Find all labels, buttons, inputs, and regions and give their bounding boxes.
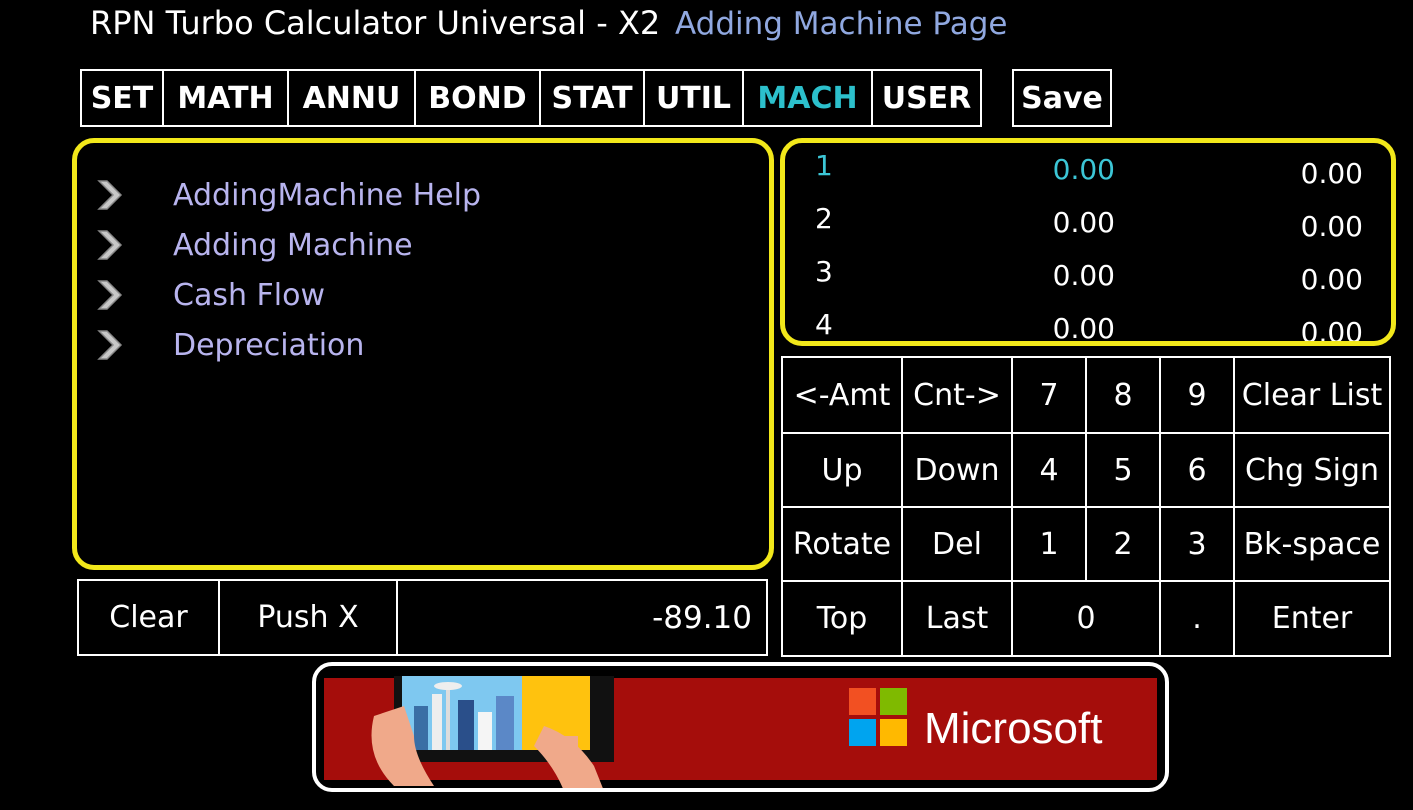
tab-math[interactable]: MATH [162, 69, 289, 127]
key-cnt-right[interactable]: Cnt-> [901, 356, 1013, 434]
stack-row[interactable]: 4 0.00 0.00 [785, 308, 1391, 346]
chevron-right-icon [93, 177, 129, 213]
key-del[interactable]: Del [901, 506, 1013, 582]
key-6[interactable]: 6 [1159, 432, 1235, 508]
tab-stat[interactable]: STAT [539, 69, 645, 127]
stack-row[interactable]: 3 0.00 0.00 [785, 255, 1391, 307]
key-amt-left[interactable]: <-Amt [781, 356, 903, 434]
stack-count: 0.00 [1300, 210, 1363, 243]
stack-index: 1 [815, 149, 833, 182]
key-4[interactable]: 4 [1011, 432, 1087, 508]
stack-amount: 0.00 [1052, 312, 1115, 345]
key-up[interactable]: Up [781, 432, 903, 508]
chevron-right-icon [93, 277, 129, 313]
save-button[interactable]: Save [1012, 69, 1112, 127]
key-last[interactable]: Last [901, 580, 1013, 657]
value-display: -89.10 [396, 579, 768, 656]
tab-bond[interactable]: BOND [414, 69, 541, 127]
key-chg-sign[interactable]: Chg Sign [1233, 432, 1391, 508]
clear-button[interactable]: Clear [77, 579, 220, 656]
menu-item-cash-flow[interactable]: Cash Flow [93, 273, 325, 317]
key-down[interactable]: Down [901, 432, 1013, 508]
key-enter[interactable]: Enter [1233, 580, 1391, 657]
menu-item-label: Depreciation [173, 327, 365, 363]
stack-row[interactable]: 1 0.00 0.00 [785, 149, 1391, 201]
tab-mach[interactable]: MACH [742, 69, 873, 127]
key-8[interactable]: 8 [1085, 356, 1161, 434]
stack-amount: 0.00 [1052, 259, 1115, 292]
stack-count: 0.00 [1300, 157, 1363, 190]
key-7[interactable]: 7 [1011, 356, 1087, 434]
key-clear-list[interactable]: Clear List [1233, 356, 1391, 434]
ad-banner[interactable]: Microsoft [312, 662, 1169, 792]
stack-count: 0.00 [1300, 316, 1363, 346]
tab-bar: SET MATH ANNU BOND STAT UTIL MACH USER [80, 69, 982, 127]
tab-annu[interactable]: ANNU [287, 69, 416, 127]
key-rotate[interactable]: Rotate [781, 506, 903, 582]
ad-brand-text: Microsoft [924, 704, 1103, 753]
stack-amount: 0.00 [1052, 206, 1115, 239]
menu-item-depreciation[interactable]: Depreciation [93, 323, 364, 367]
menu-item-label: AddingMachine Help [173, 177, 481, 213]
stack-index: 3 [815, 255, 833, 288]
key-1[interactable]: 1 [1011, 506, 1087, 582]
ad-background: Microsoft [324, 676, 1157, 788]
push-x-button[interactable]: Push X [218, 579, 398, 656]
menu-item-label: Cash Flow [173, 277, 325, 313]
key-3[interactable]: 3 [1159, 506, 1235, 582]
stack-row[interactable]: 2 0.00 0.00 [785, 202, 1391, 254]
tab-util[interactable]: UTIL [643, 69, 744, 127]
stack-index: 4 [815, 308, 833, 341]
key-bk-space[interactable]: Bk-space [1233, 506, 1391, 582]
key-decimal[interactable]: . [1159, 580, 1235, 657]
key-0[interactable]: 0 [1011, 580, 1161, 657]
key-top[interactable]: Top [781, 580, 903, 657]
key-9[interactable]: 9 [1159, 356, 1235, 434]
app-title: RPN Turbo Calculator Universal - X2 [90, 4, 661, 42]
stack-amount: 0.00 [1052, 153, 1115, 186]
tab-user[interactable]: USER [871, 69, 982, 127]
stack-display: 1 0.00 0.00 2 0.00 0.00 3 0.00 0.00 4 0.… [780, 138, 1396, 346]
key-5[interactable]: 5 [1085, 432, 1161, 508]
tab-set[interactable]: SET [80, 69, 164, 127]
page-title: Adding Machine Page [675, 6, 1008, 42]
stack-index: 2 [815, 202, 833, 235]
menu-item-addingmachine-help[interactable]: AddingMachine Help [93, 173, 481, 217]
menu-item-label: Adding Machine [173, 227, 413, 263]
menu-panel: AddingMachine Help Adding Machine Cash F… [72, 138, 774, 570]
chevron-right-icon [93, 327, 129, 363]
menu-item-adding-machine[interactable]: Adding Machine [93, 223, 413, 267]
chevron-right-icon [93, 227, 129, 263]
microsoft-logo-icon [849, 688, 907, 746]
stack-count: 0.00 [1300, 263, 1363, 296]
key-2[interactable]: 2 [1085, 506, 1161, 582]
tablet-illustration-icon [371, 676, 614, 788]
